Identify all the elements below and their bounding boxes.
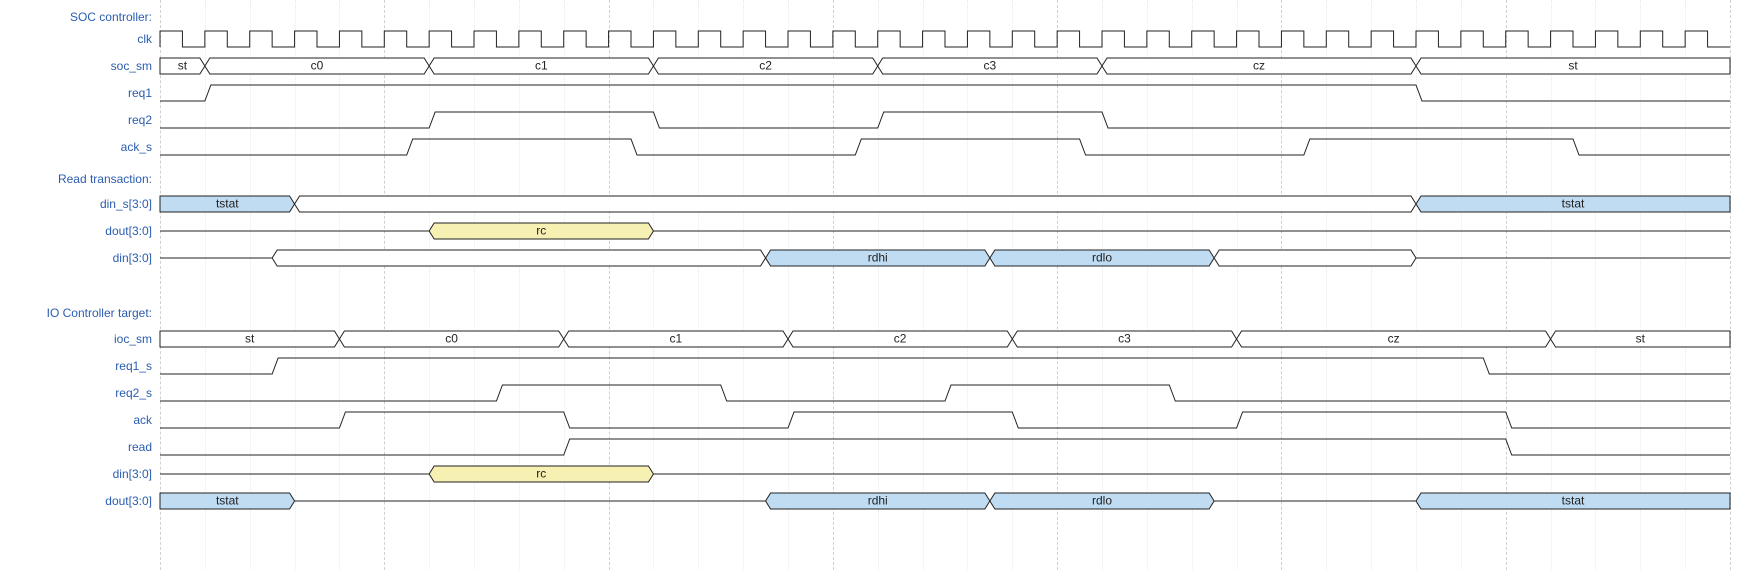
req1-wave <box>160 82 1730 104</box>
svg-text:tstat: tstat <box>216 494 239 508</box>
read-wave <box>160 436 1730 458</box>
soc-sm-row: soc_sm st c0 c1 c2 c3 cz st <box>0 55 1740 77</box>
din2-label: din[3:0] <box>0 467 158 481</box>
soc-controller-heading: SOC controller: <box>0 10 158 24</box>
read-label: read <box>0 440 158 454</box>
svg-text:c2: c2 <box>759 59 772 73</box>
dout-row: dout[3:0] rc <box>0 220 1740 242</box>
req1-s-row: req1_s <box>0 355 1740 377</box>
req2-s-wave <box>160 382 1730 404</box>
ack-row: ack <box>0 409 1740 431</box>
svg-text:tstat: tstat <box>1562 494 1585 508</box>
req1-s-wave <box>160 355 1730 377</box>
ack-s-wave <box>160 136 1730 158</box>
din-s-label: din_s[3:0] <box>0 197 158 211</box>
svg-text:st: st <box>1636 332 1646 346</box>
din-label: din[3:0] <box>0 251 158 265</box>
din-s-row: din_s[3:0] tstat tstat <box>0 193 1740 215</box>
svg-text:c3: c3 <box>1118 332 1131 346</box>
svg-text:rdhi: rdhi <box>868 251 888 265</box>
svg-text:cz: cz <box>1253 59 1265 73</box>
svg-text:c0: c0 <box>311 59 324 73</box>
svg-text:c1: c1 <box>535 59 548 73</box>
svg-text:st: st <box>1568 59 1578 73</box>
din-s-wave: tstat tstat <box>160 193 1730 215</box>
ioc-sm-wave: st c0 c1 c2 c3 cz st <box>160 328 1730 350</box>
svg-text:tstat: tstat <box>1562 197 1585 211</box>
ack-s-label: ack_s <box>0 140 158 154</box>
req2-wave <box>160 109 1730 131</box>
svg-text:c2: c2 <box>894 332 907 346</box>
svg-text:rdlo: rdlo <box>1092 494 1112 508</box>
clk-wave <box>160 28 1730 50</box>
din-wave: rdhi rdlo <box>160 247 1730 269</box>
soc-sm-wave: st c0 c1 c2 c3 cz st <box>160 55 1730 77</box>
read-row: read <box>0 436 1740 458</box>
svg-text:rdhi: rdhi <box>868 494 888 508</box>
ack-s-row: ack_s <box>0 136 1740 158</box>
ioc-sm-label: ioc_sm <box>0 332 158 346</box>
din2-wave: rc <box>160 463 1730 485</box>
svg-text:rc: rc <box>536 467 546 481</box>
din2-row: din[3:0] rc <box>0 463 1740 485</box>
soc-sm-label: soc_sm <box>0 59 158 73</box>
req1-s-label: req1_s <box>0 359 158 373</box>
req1-label: req1 <box>0 86 158 100</box>
clk-row: clk <box>0 28 1740 50</box>
req1-row: req1 <box>0 82 1740 104</box>
req2-label: req2 <box>0 113 158 127</box>
timing-diagram: SOC controller: clk soc_sm stc0c1c2c3czs… <box>0 0 1740 570</box>
dout-wave: rc <box>160 220 1730 242</box>
read-transaction-heading: Read transaction: <box>0 172 158 186</box>
clk-label: clk <box>0 32 158 46</box>
svg-text:cz: cz <box>1388 332 1400 346</box>
svg-text:c3: c3 <box>984 59 997 73</box>
req2-row: req2 <box>0 109 1740 131</box>
ack-wave <box>160 409 1730 431</box>
svg-text:c1: c1 <box>670 332 683 346</box>
din-row: din[3:0] rdhi rdlo <box>0 247 1740 269</box>
svg-text:st: st <box>178 59 188 73</box>
svg-text:st: st <box>245 332 255 346</box>
req2-s-label: req2_s <box>0 386 158 400</box>
dout-label: dout[3:0] <box>0 224 158 238</box>
ioc-heading-row: IO Controller target: <box>0 302 1740 324</box>
io-controller-heading: IO Controller target: <box>0 306 158 320</box>
dout2-row: dout[3:0] tstat rdhi rdlo tstat <box>0 490 1740 512</box>
svg-text:rdlo: rdlo <box>1092 251 1112 265</box>
read-txn-heading-row: Read transaction: <box>0 168 1740 190</box>
soc-heading-row: SOC controller: <box>0 6 1740 28</box>
ioc-sm-row: ioc_sm st c0 c1 c2 c3 cz st <box>0 328 1740 350</box>
dout2-wave: tstat rdhi rdlo tstat <box>160 490 1730 512</box>
ack-label: ack <box>0 413 158 427</box>
svg-text:tstat: tstat <box>216 197 239 211</box>
req2-s-row: req2_s <box>0 382 1740 404</box>
svg-text:rc: rc <box>536 224 546 238</box>
dout2-label: dout[3:0] <box>0 494 158 508</box>
svg-text:c0: c0 <box>445 332 458 346</box>
